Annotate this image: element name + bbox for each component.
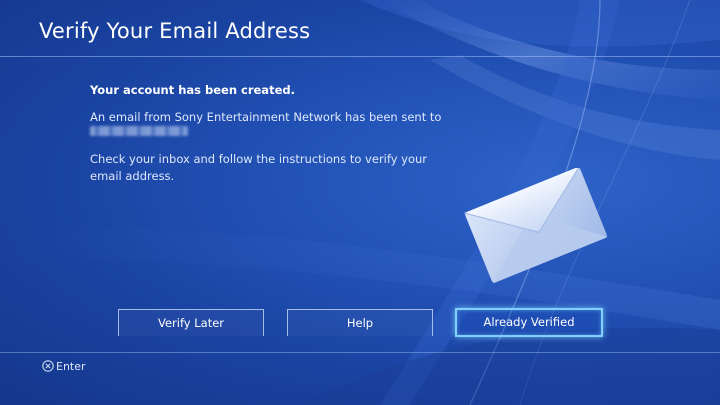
enter-hint: Enter bbox=[42, 358, 86, 374]
help-button[interactable]: Help bbox=[287, 309, 433, 336]
footer-divider bbox=[0, 352, 720, 353]
account-created-message: Your account has been created. bbox=[90, 83, 295, 97]
page-title: Verify Your Email Address bbox=[39, 19, 311, 43]
background-waves bbox=[0, 0, 720, 405]
enter-hint-label: Enter bbox=[56, 359, 86, 373]
ps4-verify-email-screen: Verify Your Email Address Your account h… bbox=[0, 0, 720, 405]
title-divider bbox=[0, 56, 720, 57]
email-sent-message: An email from Sony Entertainment Network… bbox=[90, 110, 442, 124]
verify-later-button[interactable]: Verify Later bbox=[118, 309, 264, 336]
envelope-icon bbox=[464, 168, 608, 283]
already-verified-button[interactable]: Already Verified bbox=[455, 308, 603, 337]
masked-email-address bbox=[90, 126, 188, 136]
verify-instructions: Check your inbox and follow the instruct… bbox=[90, 152, 428, 183]
cross-button-icon bbox=[42, 360, 54, 372]
